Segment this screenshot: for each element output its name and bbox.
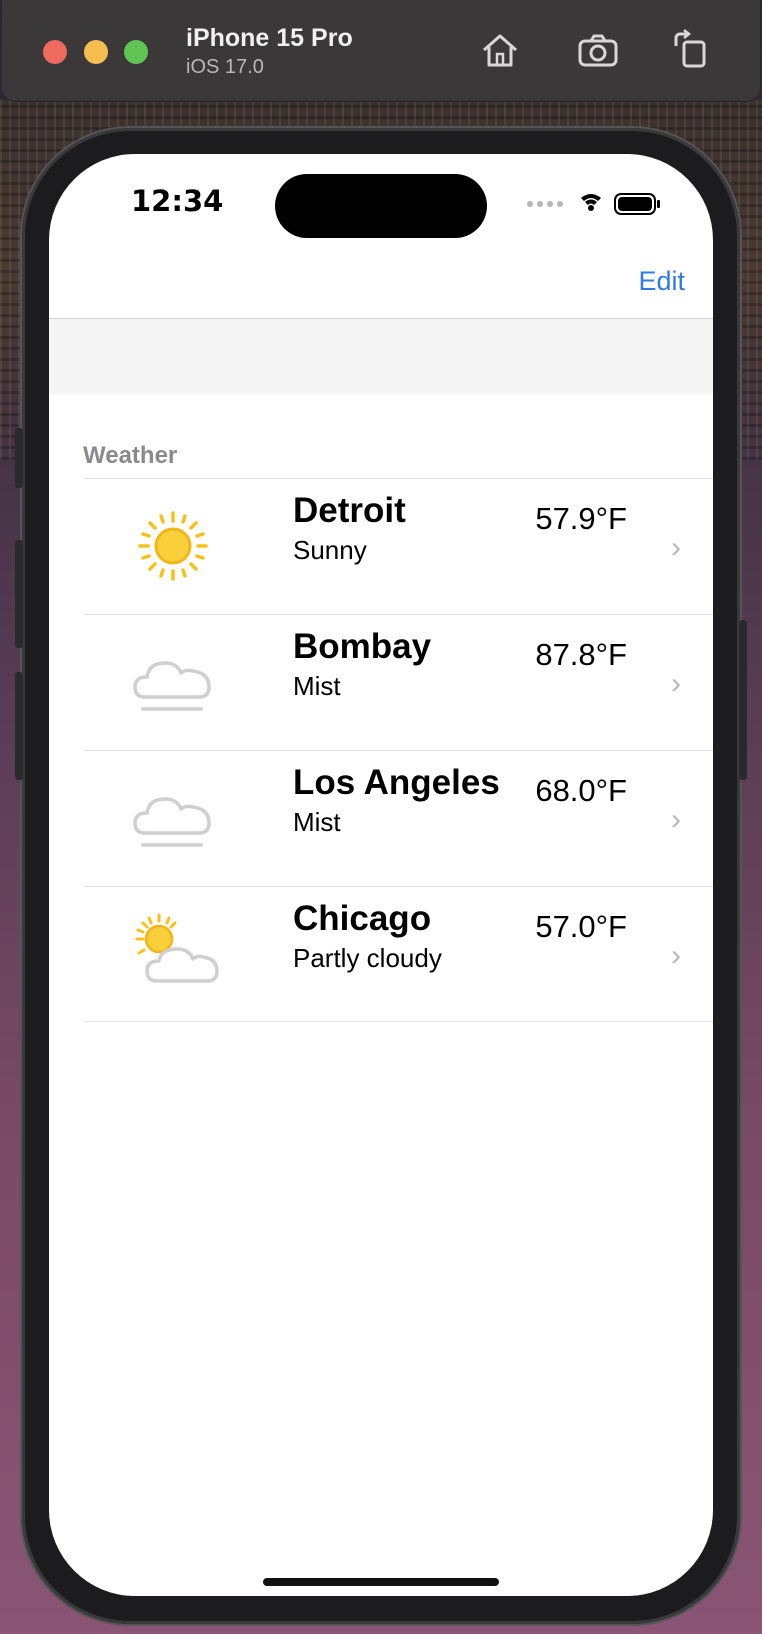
weather-list: Detroit Sunny 57.9°F › Bombay Mist 87.8°… [83, 478, 713, 1022]
weather-condition: Mist [293, 671, 341, 701]
minimize-window-button[interactable] [84, 40, 108, 64]
chevron-right-icon: › [671, 531, 681, 564]
power-button[interactable] [739, 620, 747, 780]
weather-condition: Mist [293, 807, 341, 837]
volume-up-button[interactable] [15, 540, 23, 648]
sun-icon [138, 511, 208, 581]
partly-cloudy-icon [135, 913, 219, 983]
section-header: Weather [83, 442, 178, 469]
dynamic-island [275, 174, 487, 238]
wifi-icon [581, 194, 601, 211]
city-name: Detroit [293, 491, 406, 530]
volume-down-button[interactable] [15, 672, 23, 780]
chevron-right-icon: › [671, 667, 681, 700]
simulator-title-bar: iPhone 15 Pro iOS 17.0 [2, 0, 760, 102]
os-version: iOS 17.0 [186, 56, 264, 78]
city-name: Chicago [293, 899, 432, 938]
temperature: 87.8°F [535, 637, 627, 672]
city-name: Los Angeles [293, 763, 500, 802]
list-item[interactable]: Detroit Sunny 57.9°F › [83, 478, 713, 614]
chevron-right-icon: › [671, 803, 681, 836]
list-item[interactable]: Bombay Mist 87.8°F › [83, 614, 713, 750]
temperature: 68.0°F [535, 773, 627, 808]
action-button[interactable] [15, 428, 23, 488]
weather-condition: Partly cloudy [293, 943, 442, 973]
home-icon[interactable] [478, 28, 522, 72]
rotate-icon[interactable] [668, 28, 712, 72]
search-area [49, 319, 713, 394]
status-time: 12:34 [131, 184, 224, 218]
list-item[interactable]: Chicago Partly cloudy 57.0°F › [83, 886, 713, 1022]
cellular-signal-icon [527, 201, 563, 207]
battery-icon [614, 193, 660, 215]
mist-icon [133, 797, 211, 847]
zoom-window-button[interactable] [124, 40, 148, 64]
screenshot-icon[interactable] [576, 28, 620, 72]
weather-condition: Sunny [293, 535, 367, 565]
list-item[interactable]: Los Angeles Mist 68.0°F › [83, 750, 713, 886]
status-icons [527, 193, 660, 215]
close-window-button[interactable] [43, 40, 67, 64]
home-indicator[interactable] [263, 1578, 499, 1586]
mist-icon [133, 661, 211, 711]
device-screen: 12:34 Edit Weather Detroit Sunny 57.9°F … [49, 154, 713, 1596]
device-name: iPhone 15 Pro [186, 24, 353, 52]
chevron-right-icon: › [671, 939, 681, 972]
temperature: 57.9°F [535, 501, 627, 536]
edit-button[interactable]: Edit [638, 266, 685, 297]
temperature: 57.0°F [535, 909, 627, 944]
city-name: Bombay [293, 627, 432, 666]
